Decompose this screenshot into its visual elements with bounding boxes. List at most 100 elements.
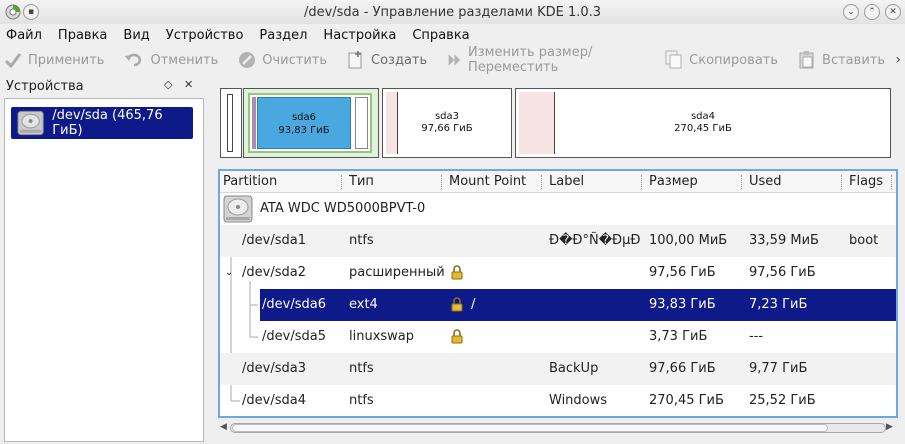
clear-icon [239,52,256,68]
menu-file[interactable]: Файл [6,28,42,43]
devices-panel-title: Устройства [6,78,84,94]
sda3-name: sda3 [434,111,460,122]
col-mount-point[interactable]: Mount Point [446,171,546,192]
partition-used: 7,23 ГиБ [749,297,808,312]
partition-name: /dev/sda4 [242,393,306,408]
graph-block-sda2[interactable]: sda6 93,83 ГиБ [243,88,379,158]
partition-type: ntfs [349,233,374,248]
menu-edit[interactable]: Правка [58,28,107,43]
paste-icon [799,51,814,69]
apply-button[interactable]: Применить [4,51,104,69]
col-used[interactable]: Used [746,171,846,192]
lock-icon [451,297,463,312]
copy-icon [665,50,682,69]
devices-panel: Устройства ◇ ✕ /dev/sda (465,76 ГиБ) [4,76,204,442]
table-header: Partition Тип Mount Point Label Размер U… [220,171,896,193]
partition-type: ext4 [349,297,378,312]
partition-type: linuxswap [349,329,415,344]
menu-help[interactable]: Справка [412,28,469,43]
menu-device[interactable]: Устройство [166,28,244,43]
checkmark-icon [4,53,22,69]
menu-bar: Файл Правка Вид Устройство Раздел Настро… [0,24,905,46]
sda3-size: 97,66 ГиБ [421,123,473,134]
partition-size: 270,45 ГиБ [649,393,724,408]
app-icon[interactable] [5,4,21,20]
clear-button[interactable]: Очистить [238,51,327,69]
harddisk-icon [17,110,44,136]
col-label[interactable]: Label [546,171,646,192]
graph-block-sda3[interactable]: sda3 97,66 ГиБ [382,88,512,158]
partition-used: 9,77 ГиБ [749,361,808,376]
create-button[interactable]: Создать [347,50,427,70]
lock-icon [451,265,463,280]
table-row[interactable]: /dev/sda4 ntfs Windows 270,45 ГиБ 25,52 … [220,385,896,417]
graph-block-sda5[interactable] [355,97,368,149]
menu-view[interactable]: Вид [123,28,149,43]
menu-partition[interactable]: Раздел [259,28,307,43]
col-size[interactable]: Размер [646,171,746,192]
table-row[interactable]: ⌄ /dev/sda2 расширенный 97,56 ГиБ 97,56 … [220,257,896,289]
scroll-left-icon[interactable]: ◀ [220,422,227,432]
partition-label: BackUp [549,361,599,376]
toolbar: Применить Отменить Очистить Создать Изме… [0,45,905,75]
copy-label: Скопировать [689,52,779,68]
create-label: Создать [371,52,428,68]
partition-type: ntfs [349,361,374,376]
sda6-size: 93,83 ГиБ [278,125,330,136]
graph-block-sda1[interactable] [220,88,242,158]
partition-type: расширенный [349,265,445,280]
sda6-name: sda6 [291,112,317,123]
devices-list: /dev/sda (465,76 ГиБ) [4,98,204,442]
toolbar-more-icon[interactable]: › [895,52,901,68]
partition-type: ntfs [349,393,374,408]
partition-table: Partition Тип Mount Point Label Размер U… [218,169,898,418]
partition-label: Ð�Ð°Ñ�ÐµÐ·Ð·... [549,233,641,248]
sda4-name: sda4 [690,111,716,122]
resize-move-button[interactable]: Изменить размер/Переместить [447,45,645,75]
partition-size: 3,73 ГиБ [649,329,708,344]
graph-block-sda4[interactable]: sda4 270,45 ГиБ [515,88,891,158]
graph-block-sda6[interactable]: sda6 93,83 ГиБ [257,97,351,149]
minimize-icon[interactable]: ⌄ [843,4,859,20]
lock-icon [451,329,463,344]
undo-button[interactable]: Отменить [124,51,218,69]
resize-label: Изменить размер/Переместить [468,45,593,75]
disk-name: ATA WDC WD5000BPVT-0 [260,201,426,216]
partition-mount: / [471,297,476,312]
device-item-sda[interactable]: /dev/sda (465,76 ГиБ) [11,107,193,139]
menu-settings[interactable]: Настройка [323,28,396,43]
col-type[interactable]: Тип [346,171,446,192]
copy-button[interactable]: Скопировать [665,50,778,70]
title-bar: /dev/sda - Управление разделами KDE 1.0.… [0,0,905,24]
col-partition[interactable]: Partition [220,171,346,192]
table-row-selected[interactable]: /dev/sda6 ext4 / 93,83 ГиБ 7,23 ГиБ [260,289,896,321]
table-row-disk[interactable]: ATA WDC WD5000BPVT-0 [220,193,896,225]
partition-size: 93,83 ГиБ [649,297,716,312]
partition-graph: sda6 93,83 ГиБ sda3 97,66 ГиБ sda4 270,4… [220,88,896,158]
table-row[interactable]: /dev/sda3 ntfs BackUp 97,66 ГиБ 9,77 ГиБ [220,353,896,385]
partition-name: /dev/sda2 [242,265,306,280]
chevron-down-icon[interactable]: ⌄ [225,257,233,289]
sda4-size: 270,45 ГиБ [674,123,732,134]
table-row[interactable]: /dev/sda5 linuxswap 3,73 ГиБ --- [220,321,896,353]
partition-name: /dev/sda3 [242,361,306,376]
close-icon[interactable]: ✕ [885,4,901,20]
pin-icon[interactable]: ▪ [23,4,39,20]
undo-label: Отменить [150,52,219,68]
scroll-thumb[interactable] [232,424,828,432]
float-panel-icon[interactable]: ◇ [164,78,172,91]
col-flags[interactable]: Flags [846,171,896,192]
partition-used: --- [749,329,764,344]
maximize-icon[interactable]: ⌃ [864,4,880,20]
paste-button[interactable]: Вставить [798,50,885,70]
scroll-right-icon[interactable]: ▶ [886,422,893,432]
horizontal-scrollbar[interactable]: ◀ ▶ [218,420,898,436]
table-row[interactable]: /dev/sda1 ntfs Ð�Ð°Ñ�ÐµÐ·Ð·... 100,00 Ми… [220,225,896,257]
close-panel-icon[interactable]: ✕ [184,78,193,91]
new-partition-icon [348,51,362,69]
undo-icon [125,53,142,67]
devices-panel-header: Устройства ◇ ✕ [4,76,204,96]
partition-name: /dev/sda6 [262,297,326,312]
clear-label: Очистить [262,52,328,68]
partition-used: 25,52 ГиБ [749,393,816,408]
